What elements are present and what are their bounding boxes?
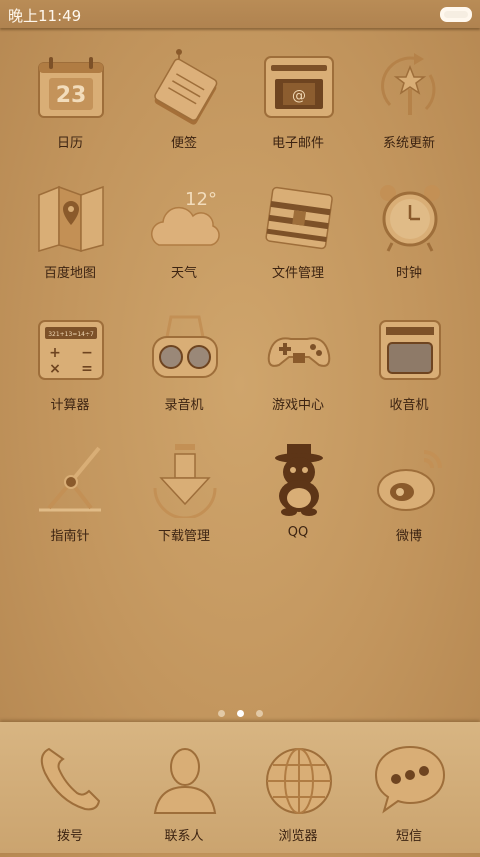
app-label: 天气 — [170, 266, 197, 281]
app-file-manager[interactable]: 文件管理 — [241, 170, 355, 295]
calendar-day: 23 — [56, 83, 87, 108]
qq-icon — [275, 444, 323, 516]
app-label: 电子邮件 — [271, 136, 324, 151]
dock-label: 拨号 — [56, 829, 83, 844]
clock-icon — [380, 185, 440, 252]
calendar-icon: 23 — [38, 57, 104, 118]
notes-icon — [154, 49, 218, 125]
contacts-icon — [153, 748, 217, 814]
email-icon: @ — [264, 56, 334, 118]
weather-temperature: 12° — [185, 189, 217, 210]
app-compass[interactable]: 指南针 — [13, 433, 127, 558]
status-time: 晚上11:49 — [8, 7, 82, 25]
app-label: 日历 — [56, 136, 83, 151]
app-calendar[interactable]: 23 日历 — [13, 40, 127, 165]
weather-icon: 12° — [151, 189, 220, 246]
svg-text:@: @ — [292, 88, 306, 104]
page-dot[interactable] — [217, 710, 225, 717]
radio-icon — [379, 320, 441, 380]
app-email[interactable]: @ 电子邮件 — [241, 40, 355, 165]
calculator-icon: 321+13=14÷7 + − × = — [38, 320, 104, 380]
dock-label: 浏览器 — [278, 829, 318, 844]
page-indicator — [0, 702, 480, 717]
svg-text:+: + — [49, 345, 61, 361]
app-weibo[interactable]: 微博 — [352, 433, 466, 558]
page-dot[interactable] — [255, 710, 263, 717]
app-clock[interactable]: 时钟 — [352, 170, 466, 295]
phone-icon — [40, 747, 101, 811]
battery-icon — [440, 7, 472, 22]
calculator-display: 321+13=14÷7 — [48, 331, 94, 338]
status-bar: 晚上11:49 — [0, 0, 480, 28]
app-label: 游戏中心 — [271, 398, 324, 413]
app-label: 微博 — [395, 529, 422, 544]
svg-text:−: − — [81, 345, 93, 361]
app-game-center[interactable]: 游戏中心 — [241, 302, 355, 427]
map-icon — [38, 185, 104, 253]
dock-messages[interactable]: 短信 — [352, 732, 466, 857]
recorder-icon — [152, 315, 218, 378]
app-label: 百度地图 — [43, 266, 96, 281]
dock-label: 联系人 — [164, 829, 204, 844]
app-qq[interactable]: QQ — [241, 433, 355, 558]
dock-contacts[interactable]: 联系人 — [127, 732, 241, 857]
system-update-icon — [381, 53, 436, 115]
app-weather[interactable]: 12° 天气 — [127, 170, 241, 295]
download-manager-icon — [153, 444, 217, 518]
game-center-icon — [267, 337, 331, 367]
weibo-icon — [377, 450, 442, 511]
app-label: 录音机 — [164, 398, 204, 413]
app-label: 下载管理 — [157, 529, 210, 544]
browser-icon — [266, 748, 332, 814]
app-radio[interactable]: 收音机 — [352, 302, 466, 427]
app-label: QQ — [287, 525, 309, 540]
dock-label: 短信 — [395, 829, 422, 844]
page-dot-active[interactable] — [236, 710, 244, 717]
app-label: 系统更新 — [382, 136, 435, 151]
app-label: 文件管理 — [271, 266, 324, 281]
app-label: 计算器 — [50, 398, 90, 413]
file-manager-icon — [265, 186, 333, 250]
app-label: 时钟 — [395, 266, 422, 281]
svg-text:×: × — [49, 361, 61, 377]
app-notes[interactable]: 便签 — [127, 40, 241, 165]
dock-browser[interactable]: 浏览器 — [241, 732, 355, 857]
dock-phone[interactable]: 拨号 — [13, 732, 127, 857]
dock: 拨号 联系人 浏览器 短信 — [0, 722, 480, 853]
app-download-manager[interactable]: 下载管理 — [127, 433, 241, 558]
app-label: 收音机 — [389, 398, 429, 413]
svg-text:=: = — [81, 361, 93, 377]
app-baidu-map[interactable]: 百度地图 — [13, 170, 127, 295]
messages-icon — [374, 745, 446, 814]
app-recorder[interactable]: 录音机 — [127, 302, 241, 427]
app-label: 便签 — [170, 136, 197, 151]
app-system-update[interactable]: 系统更新 — [352, 40, 466, 165]
app-label: 指南针 — [50, 529, 90, 544]
compass-icon — [39, 446, 101, 512]
app-calculator[interactable]: 321+13=14÷7 + − × = 计算器 — [13, 302, 127, 427]
